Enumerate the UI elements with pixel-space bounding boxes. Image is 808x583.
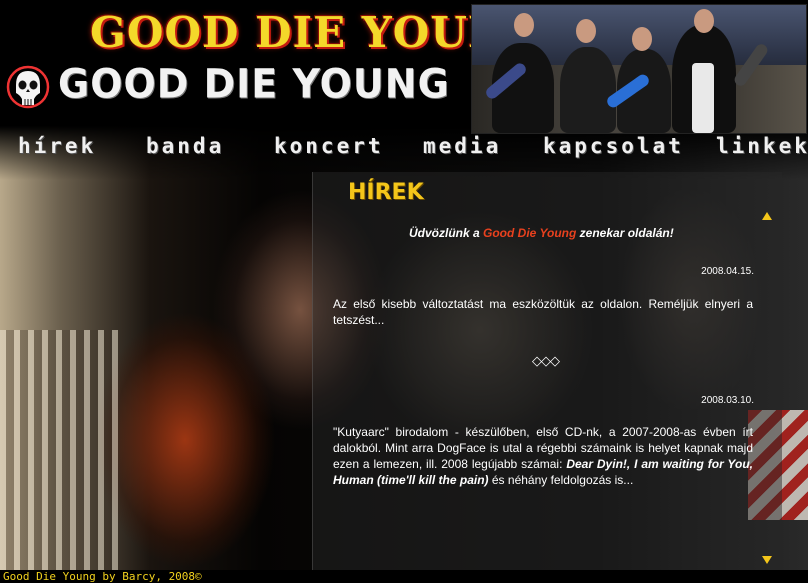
news-text-2-part-b: és néhány feldolgozás is... [488, 473, 634, 487]
skull-icon [6, 65, 50, 109]
main-nav: hírek banda koncert media kapcsolat link… [0, 134, 808, 168]
news-date-1: 2008.04.15. [701, 266, 754, 277]
scroll-up-arrow-icon[interactable] [762, 212, 772, 220]
news-separator: ◇◇◇ [532, 353, 560, 368]
band-member-1-head [514, 13, 534, 37]
welcome-band-name: Good Die Young [483, 226, 577, 240]
footer-credit: Good Die Young by Barcy, 2008© [0, 570, 808, 583]
news-text-2: "Kutyaarc" birodalom - készülőben, első … [333, 424, 753, 488]
band-member-3-head [632, 27, 652, 51]
welcome-prefix: Üdvözlünk a [409, 226, 484, 240]
background-fence [0, 330, 120, 570]
band-member-4-head [694, 9, 714, 33]
welcome-suffix: zenekar oldalán! [576, 226, 674, 240]
site-logo-text[interactable]: GOOD DIE YOUNG [58, 61, 450, 107]
nav-item-kapcsolat[interactable]: kapcsolat [543, 134, 684, 158]
section-title: HÍREK [348, 180, 424, 205]
news-text-1: Az első kisebb változtatást ma eszközölt… [333, 297, 753, 327]
nav-item-media[interactable]: media [423, 134, 501, 158]
news-panel: HÍREK Üdvözlünk a Good Die Young zenekar… [312, 172, 782, 570]
news-date-2: 2008.03.10. [701, 395, 754, 406]
welcome-message: Üdvözlünk a Good Die Young zenekar oldal… [409, 226, 674, 240]
nav-item-linkek[interactable]: linkek [716, 134, 808, 158]
scroll-down-arrow-icon[interactable] [762, 556, 772, 564]
nav-item-koncert[interactable]: koncert [274, 134, 384, 158]
band-member-4-shirt [692, 63, 714, 133]
band-member-2-head [576, 19, 596, 43]
band-member-2 [560, 47, 616, 133]
nav-item-hirek[interactable]: hírek [18, 134, 96, 158]
nav-item-banda[interactable]: banda [146, 134, 224, 158]
band-photo [471, 4, 807, 134]
